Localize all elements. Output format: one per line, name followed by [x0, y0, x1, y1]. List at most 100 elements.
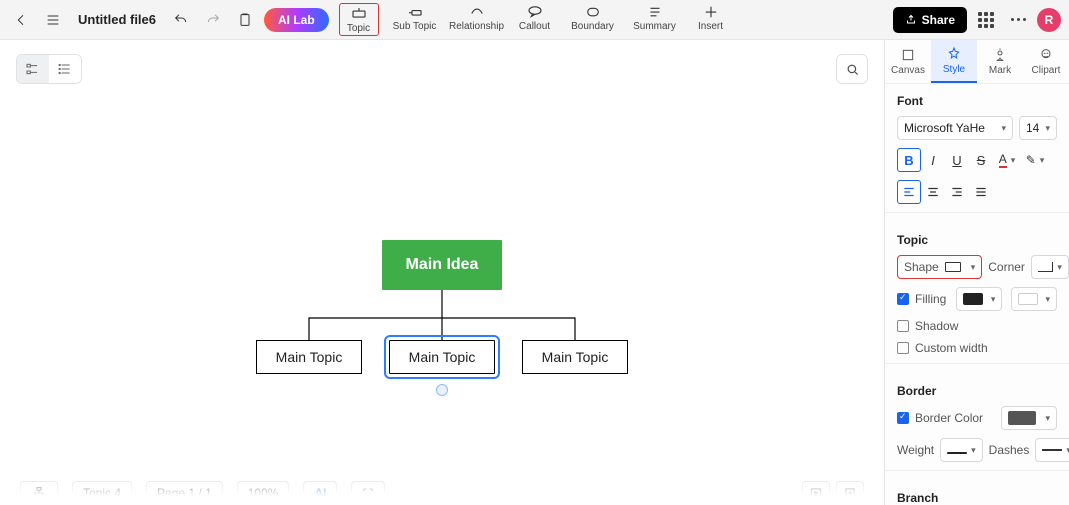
avatar[interactable]: R: [1037, 8, 1061, 32]
solid-line-icon: [947, 452, 967, 454]
root-node[interactable]: Main Idea: [382, 240, 502, 290]
text-color-button[interactable]: A▾: [993, 148, 1021, 172]
more-button[interactable]: [1005, 7, 1031, 33]
weight-picker[interactable]: ▾: [940, 438, 983, 462]
search-button[interactable]: [836, 54, 868, 84]
font-family-value: Microsoft YaHe: [904, 121, 985, 135]
italic-button[interactable]: I: [921, 148, 945, 172]
filling-color[interactable]: ▾: [956, 287, 1002, 311]
font-size-value: 14: [1026, 121, 1039, 135]
align-left-button[interactable]: [897, 180, 921, 204]
highlight-button[interactable]: ✎▾: [1021, 148, 1049, 172]
custom-width-checkbox[interactable]: [897, 342, 909, 354]
border-color-label: Border Color: [915, 411, 983, 425]
tab-mark[interactable]: Mark: [977, 40, 1023, 83]
toolbar-relationship[interactable]: Relationship: [451, 3, 503, 32]
back-button[interactable]: [8, 7, 34, 33]
topbar-right: Share R: [893, 7, 1061, 33]
topic-count[interactable]: Topic 4: [72, 481, 132, 505]
toolbar-topic-label: Topic: [347, 23, 370, 34]
list-view-button[interactable]: [49, 55, 81, 83]
shape-picker[interactable]: Shape ▾: [897, 255, 982, 279]
share-button[interactable]: Share: [893, 7, 967, 33]
align-right-button[interactable]: [945, 180, 969, 204]
paste-button[interactable]: [232, 7, 258, 33]
strike-button[interactable]: S: [969, 148, 993, 172]
panel-tabs: Canvas Style Mark Clipart: [885, 40, 1069, 84]
toolbar-summary-label: Summary: [633, 21, 676, 32]
toolbar-subtopic[interactable]: Sub Topic: [389, 3, 441, 32]
filling-label: Filling: [915, 292, 946, 306]
tab-canvas[interactable]: Canvas: [885, 40, 931, 83]
shadow-label: Shadow: [915, 319, 958, 333]
align-center-button[interactable]: [921, 180, 945, 204]
text-format-row: B I U S A▾ ✎▾: [897, 148, 1057, 172]
tab-style[interactable]: Style: [931, 40, 977, 83]
shape-label: Shape: [904, 260, 939, 274]
dashes-picker[interactable]: ▾: [1035, 438, 1069, 462]
corner-label: Corner: [988, 260, 1025, 274]
font-size-select[interactable]: 14▾: [1019, 116, 1057, 140]
child-node-1[interactable]: Main Topic: [256, 340, 362, 374]
structure-picker[interactable]: [20, 481, 58, 505]
dash-line-icon: [1042, 449, 1062, 451]
tab-style-label: Style: [943, 64, 965, 75]
branch-section: Branch Connector Style ▾ Line ▾ Topic ▾: [885, 481, 1069, 505]
menu-button[interactable]: [40, 7, 66, 33]
align-row: [897, 180, 1057, 204]
add-child-handle[interactable]: [436, 384, 448, 396]
align-justify-button[interactable]: [969, 180, 993, 204]
border-color-checkbox[interactable]: [897, 412, 909, 424]
mindmap: Main Idea Main Topic Main Topic Main Top…: [242, 240, 642, 420]
empty-swatch: [1018, 293, 1038, 305]
fit-button[interactable]: [836, 481, 864, 505]
weight-label: Weight: [897, 443, 934, 457]
filling-secondary[interactable]: ▾: [1011, 287, 1057, 311]
shadow-checkbox[interactable]: [897, 320, 909, 332]
document-title[interactable]: Untitled file6: [78, 12, 156, 27]
zoom-level[interactable]: 100%: [237, 481, 290, 505]
toolbar-callout-label: Callout: [519, 21, 550, 32]
toolbar-callout[interactable]: Callout: [513, 3, 557, 32]
topbar: Untitled file6 AI Lab Topic Sub Topic Re…: [0, 0, 1069, 40]
tab-clipart[interactable]: Clipart: [1023, 40, 1069, 83]
plus-icon: [702, 3, 720, 21]
ai-lab-button[interactable]: AI Lab: [264, 8, 329, 32]
corner-picker[interactable]: ▾: [1031, 255, 1069, 279]
child-node-2[interactable]: Main Topic: [389, 340, 495, 374]
font-section: Font Microsoft YaHe▾ 14▾ B I U S A▾ ✎▾: [885, 84, 1069, 213]
share-label: Share: [922, 13, 955, 27]
toolbar-boundary[interactable]: Boundary: [567, 3, 619, 32]
topic-section: Topic Shape ▾ Corner ▾ Filling ▾ ▾ Shado…: [885, 223, 1069, 364]
boundary-icon: [584, 3, 602, 21]
callout-icon: [526, 3, 544, 21]
border-title: Border: [897, 384, 1057, 398]
custom-width-label: Custom width: [915, 341, 988, 355]
fullscreen-button[interactable]: [351, 481, 385, 505]
insert-toolbar: Topic Sub Topic Relationship Callout Bou…: [339, 3, 731, 36]
border-section: Border Border Color ▾ Weight ▾ Dashes ▾: [885, 374, 1069, 471]
border-color-swatch: [1008, 411, 1036, 425]
toolbar-insert[interactable]: Insert: [691, 3, 731, 32]
apps-button[interactable]: [973, 7, 999, 33]
border-color-picker[interactable]: ▾: [1001, 406, 1057, 430]
redo-button[interactable]: [200, 7, 226, 33]
canvas[interactable]: Main Idea Main Topic Main Topic Main Top…: [0, 40, 884, 505]
font-family-select[interactable]: Microsoft YaHe▾: [897, 116, 1013, 140]
toolbar-summary[interactable]: Summary: [629, 3, 681, 32]
font-title: Font: [897, 94, 1057, 108]
highlight-glyph: ✎: [1026, 153, 1036, 167]
corner-icon: [1038, 262, 1053, 272]
filling-checkbox[interactable]: [897, 293, 909, 305]
page-indicator[interactable]: Page 1 / 1: [146, 481, 223, 505]
toolbar-boundary-label: Boundary: [571, 21, 614, 32]
text-color-glyph: A: [999, 152, 1007, 168]
bold-button[interactable]: B: [897, 148, 921, 172]
present-button[interactable]: [802, 481, 830, 505]
toolbar-topic[interactable]: Topic: [339, 3, 379, 36]
child-node-3[interactable]: Main Topic: [522, 340, 628, 374]
undo-button[interactable]: [168, 7, 194, 33]
underline-button[interactable]: U: [945, 148, 969, 172]
outline-view-button[interactable]: [17, 55, 49, 83]
ai-button[interactable]: AI: [303, 481, 337, 505]
